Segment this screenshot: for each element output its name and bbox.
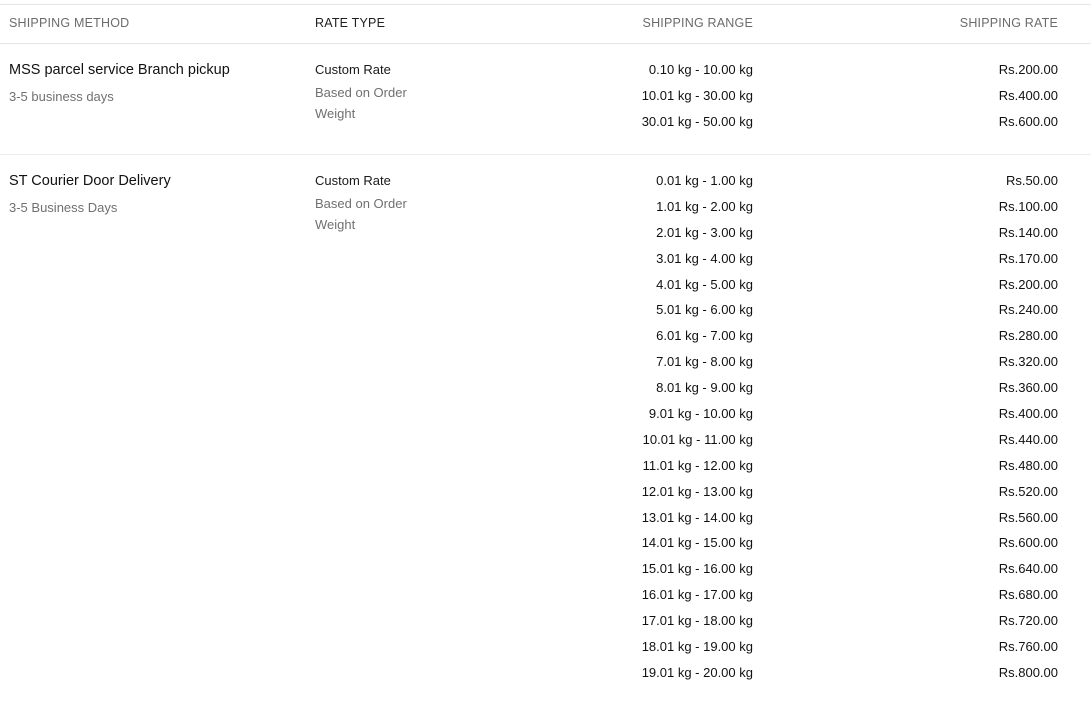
shipping-rates-table: SHIPPING METHOD RATE TYPE SHIPPING RANGE… [0, 4, 1091, 695]
shipping-rate: Rs.640.00 [998, 561, 1058, 577]
rate-type: Custom Rate [315, 62, 391, 77]
shipping-range: 30.01 kg - 50.00 kg [641, 113, 753, 129]
rate-type: Custom Rate [315, 173, 391, 188]
shipping-range: 9.01 kg - 10.00 kg [648, 406, 753, 422]
shipping-range: 3.01 kg - 4.00 kg [656, 250, 753, 266]
shipping-range: 5.01 kg - 6.00 kg [656, 302, 753, 318]
shipping-range: 12.01 kg - 13.00 kg [641, 483, 753, 499]
shipping-method-row: MSS parcel service Branch pickup 3-5 bus… [0, 44, 1091, 155]
shipping-range: 18.01 kg - 19.00 kg [641, 639, 753, 655]
shipping-range: 1.01 kg - 2.00 kg [656, 198, 753, 214]
shipping-range: 16.01 kg - 17.00 kg [641, 587, 753, 603]
shipping-range: 13.01 kg - 14.00 kg [641, 509, 753, 525]
header-shipping-range: SHIPPING RANGE [642, 16, 753, 30]
shipping-rate: Rs.520.00 [998, 483, 1058, 499]
shipping-range: 0.10 kg - 10.00 kg [648, 62, 753, 77]
shipping-rate: Rs.140.00 [998, 224, 1058, 240]
shipping-range: 10.01 kg - 11.00 kg [642, 431, 753, 447]
shipping-rate: Rs.480.00 [998, 457, 1058, 473]
shipping-range: 2.01 kg - 3.00 kg [656, 224, 753, 240]
shipping-range: 0.01 kg - 1.00 kg [656, 173, 753, 188]
method-name: ST Courier Door Delivery [9, 173, 171, 189]
shipping-rate: Rs.50.00 [1005, 173, 1058, 188]
shipping-range: 8.01 kg - 9.00 kg [656, 380, 753, 396]
shipping-method-row: ST Courier Door Delivery 3-5 Business Da… [0, 155, 1091, 695]
shipping-rate: Rs.400.00 [998, 406, 1058, 422]
header-rate-type: RATE TYPE [315, 16, 386, 30]
shipping-rate: Rs.240.00 [998, 302, 1058, 318]
shipping-range: 7.01 kg - 8.00 kg [656, 354, 753, 370]
delivery-time: 3-5 Business Days [9, 200, 118, 215]
rate-list: Rs.50.00 Rs.100.00 Rs.140.00 Rs.170.00 Rs.20… [999, 173, 1058, 691]
shipping-rate: Rs.760.00 [998, 639, 1058, 655]
shipping-range: 4.01 kg - 5.00 kg [656, 276, 753, 292]
shipping-range: 19.01 kg - 20.00 kg [641, 664, 753, 680]
shipping-rate: Rs.800.00 [998, 664, 1058, 680]
shipping-rate: Rs.680.00 [998, 587, 1058, 603]
header-shipping-rate: SHIPPING RATE [959, 16, 1058, 30]
shipping-range: 15.01 kg - 16.00 kg [641, 561, 753, 577]
shipping-rate: Rs.100.00 [998, 198, 1058, 214]
range-list: 0.01 kg - 1.00 kg 1.01 kg - 2.00 kg 2.01 k… [642, 173, 753, 691]
shipping-rate: Rs.280.00 [998, 328, 1058, 344]
header-shipping-method: SHIPPING METHOD [9, 16, 130, 30]
shipping-rate: Rs.560.00 [998, 509, 1058, 525]
shipping-rate: Rs.400.00 [998, 87, 1058, 103]
delivery-time: 3-5 business days [9, 89, 114, 104]
shipping-range: 6.01 kg - 7.00 kg [656, 328, 753, 344]
shipping-rate: Rs.170.00 [998, 250, 1058, 266]
shipping-range: 10.01 kg - 30.00 kg [641, 87, 753, 103]
shipping-rate: Rs.600.00 [998, 113, 1058, 129]
table-header: SHIPPING METHOD RATE TYPE SHIPPING RANGE… [0, 4, 1091, 44]
shipping-rate: Rs.200.00 [998, 276, 1058, 292]
shipping-rate: Rs.200.00 [998, 62, 1058, 77]
shipping-range: 14.01 kg - 15.00 kg [641, 535, 753, 551]
rate-list: Rs.200.00 Rs.400.00 Rs.600.00 [999, 62, 1058, 140]
rate-basis: Based on Order Weight [315, 196, 407, 232]
shipping-range: 17.01 kg - 18.00 kg [641, 613, 753, 629]
shipping-rate: Rs.360.00 [998, 380, 1058, 396]
shipping-rate: Rs.720.00 [998, 613, 1058, 629]
rate-basis: Based on Order Weight [315, 85, 407, 121]
method-name: MSS parcel service Branch pickup [9, 62, 230, 78]
shipping-range: 11.01 kg - 12.00 kg [642, 457, 753, 473]
shipping-rate: Rs.320.00 [998, 354, 1058, 370]
shipping-rate: Rs.600.00 [998, 535, 1058, 551]
range-list: 0.10 kg - 10.00 kg 10.01 kg - 30.00 kg 30.… [642, 62, 753, 140]
shipping-rate: Rs.440.00 [998, 431, 1058, 447]
